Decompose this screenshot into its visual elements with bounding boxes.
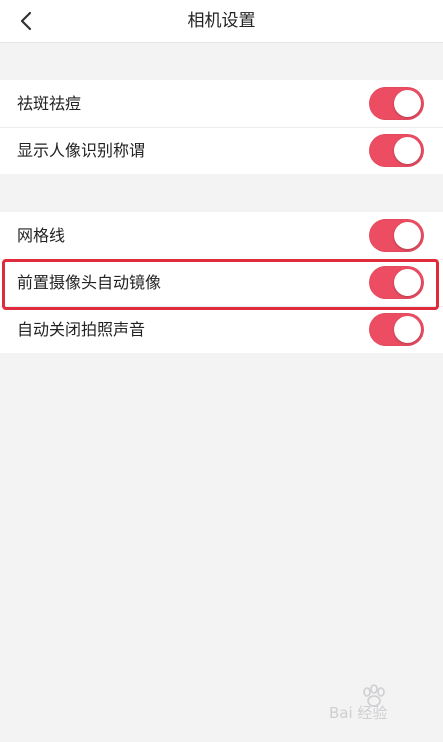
toggle-knob [394, 90, 421, 117]
toggle-knob [394, 316, 421, 343]
gridlines-toggle[interactable] [369, 219, 424, 252]
blemish-toggle[interactable] [369, 87, 424, 120]
page-title: 相机设置 [187, 11, 256, 31]
settings-group-camera: 网格线 前置摄像头自动镜像 自动关闭拍照声音 [0, 212, 443, 353]
setting-label: 自动关闭拍照声音 [17, 320, 146, 339]
setting-label: 网格线 [17, 226, 66, 245]
app-header: 相机设置 [0, 0, 443, 43]
settings-group-beauty: 祛斑祛痘 显示人像识别称谓 [0, 80, 443, 174]
baidu-paw-icon: Bai 经验 [329, 684, 387, 722]
setting-row-front-mirror: 前置摄像头自动镜像 [0, 259, 443, 306]
toggle-knob [394, 269, 421, 296]
setting-row-blemish: 祛斑祛痘 [0, 80, 443, 127]
baidu-watermark: Bai 经验 [327, 682, 419, 722]
shutter-sound-toggle[interactable] [369, 313, 424, 346]
setting-row-shutter-sound: 自动关闭拍照声音 [0, 306, 443, 353]
face-recognition-toggle[interactable] [369, 134, 424, 167]
toggle-knob [394, 137, 421, 164]
toggle-knob [394, 222, 421, 249]
setting-label: 祛斑祛痘 [17, 94, 82, 113]
setting-label: 前置摄像头自动镜像 [17, 273, 162, 292]
setting-row-gridlines: 网格线 [0, 212, 443, 259]
setting-label: 显示人像识别称谓 [17, 141, 146, 160]
setting-row-face-recognition: 显示人像识别称谓 [0, 127, 443, 174]
front-mirror-toggle[interactable] [369, 266, 424, 299]
watermark-text: Bai 经验 [329, 704, 387, 722]
